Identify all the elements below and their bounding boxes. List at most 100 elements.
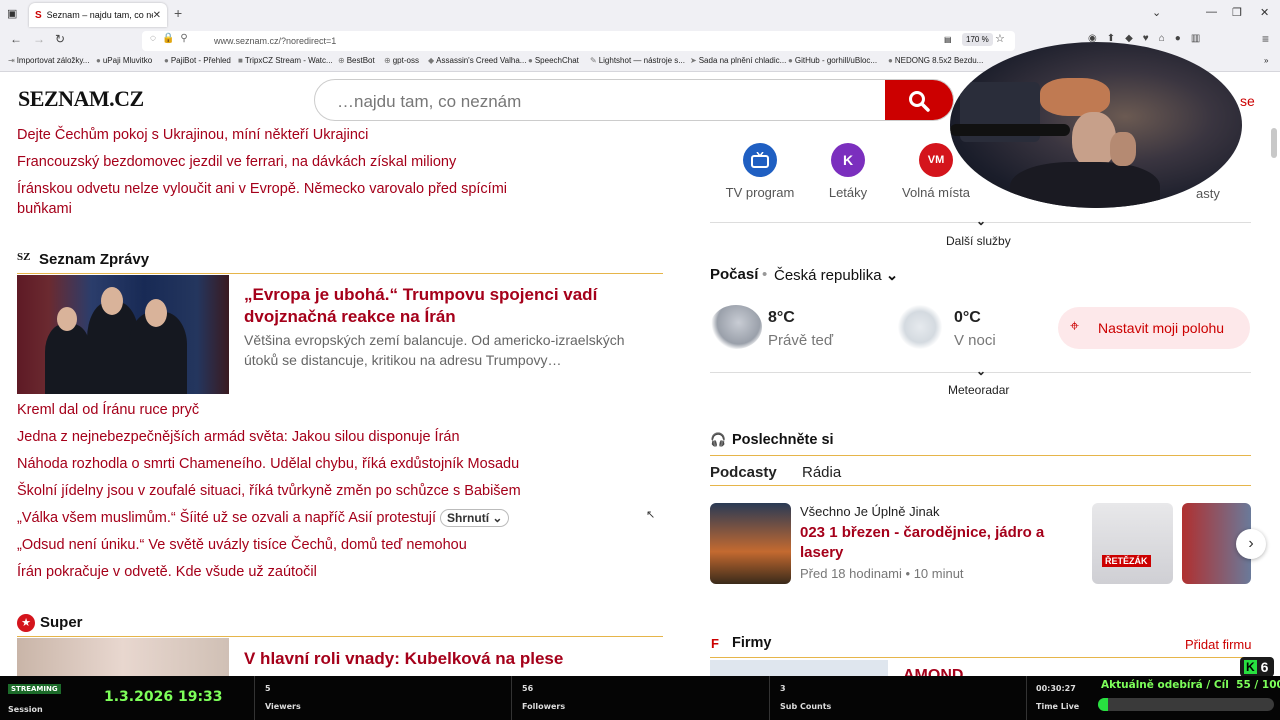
logo-text: SEZNAM.CZ bbox=[18, 86, 144, 111]
night-label: V noci bbox=[954, 332, 996, 349]
next-arrow-button[interactable]: › bbox=[1236, 529, 1266, 559]
bookmark-item[interactable]: ■ TripxCZ Stream - Watc... bbox=[238, 56, 333, 65]
time-box: 00:30:27 Time Live bbox=[1027, 676, 1097, 720]
bookmark-item[interactable]: ◆ Assassin's Creed Valha... bbox=[428, 56, 526, 65]
chevron-down-icon[interactable]: ⌄ bbox=[1152, 6, 1161, 19]
reload-icon[interactable]: ↻ bbox=[55, 32, 65, 46]
news-link[interactable]: Školní jídelny jsou v zoufalé situaci, ř… bbox=[17, 481, 521, 501]
set-location-button[interactable]: ⌖ Nastavit moji polohu bbox=[1058, 307, 1250, 349]
url-text: www.seznam.cz/?noredirect=1 bbox=[214, 36, 337, 46]
back-icon[interactable]: ← bbox=[10, 32, 22, 46]
kick-badge: K6 bbox=[1240, 657, 1274, 677]
add-firm-link[interactable]: Přidat firmu bbox=[1185, 637, 1251, 652]
meteoradar-link[interactable]: Meteoradar bbox=[948, 383, 1009, 397]
photo-face bbox=[57, 307, 77, 331]
minimize-icon[interactable]: — bbox=[1206, 6, 1217, 18]
chevron-down-icon[interactable]: ⌄ bbox=[976, 364, 986, 378]
current-temp: 8°C bbox=[768, 309, 795, 326]
news-link[interactable]: „Odsud není úniku.“ Ve světě uvázly tisí… bbox=[17, 535, 467, 555]
goal-progress-bar bbox=[1098, 698, 1274, 711]
close-window-icon[interactable]: ✕ bbox=[1260, 6, 1269, 19]
close-tab-icon[interactable]: ✕ bbox=[153, 10, 161, 21]
article-headline[interactable]: „Evropa je ubohá.“ Trumpovu spojenci vad… bbox=[244, 284, 654, 328]
bookmarks-overflow-icon[interactable]: » bbox=[1264, 56, 1268, 65]
kick-logo-icon: K bbox=[1244, 660, 1257, 674]
session-box: STREAMING Session 1.3.2026 19:33 bbox=[0, 676, 255, 720]
bookmark-item[interactable]: ⊕ gpt-oss bbox=[384, 56, 419, 65]
bookmark-item[interactable]: ● PajiBot - Přehled bbox=[164, 56, 231, 65]
bookmark-item[interactable]: ● SpeechChat bbox=[528, 56, 579, 65]
search-box[interactable]: …najdu tam, co neznám bbox=[314, 79, 954, 121]
news-link[interactable]: Jedna z nejnebezpečnějších armád světa: … bbox=[17, 427, 460, 447]
tab-podcasty[interactable]: Podcasty bbox=[710, 464, 777, 481]
tab-bar: ▣ S Seznam – najdu tam, co neznám ✕ + ⌄ … bbox=[0, 0, 1280, 28]
webcam-chair bbox=[1040, 78, 1110, 116]
new-tab-icon[interactable]: + bbox=[174, 5, 182, 21]
section-title[interactable]: Seznam Zprávy bbox=[39, 251, 149, 268]
fog-icon bbox=[898, 305, 942, 349]
service-tv-program[interactable]: TV program bbox=[715, 143, 805, 200]
firm-name-partial[interactable]: AMOND bbox=[903, 667, 963, 676]
bookmark-item[interactable]: ✎ Lightshot — nástroje s... bbox=[590, 56, 685, 65]
search-input[interactable]: …najdu tam, co neznám bbox=[337, 92, 521, 112]
firm-image[interactable] bbox=[710, 660, 888, 676]
service-letaky[interactable]: K Letáky bbox=[803, 143, 893, 200]
article-headline[interactable]: V hlavní roli vnady: Kubelková na plese bbox=[244, 648, 654, 676]
article-photo[interactable] bbox=[17, 275, 229, 394]
time-label: Time Live bbox=[1036, 702, 1080, 711]
header-partial-link[interactable]: se bbox=[1240, 93, 1255, 109]
bookmark-item[interactable]: ● GitHub - gorhill/uBloc... bbox=[788, 56, 877, 65]
news-link[interactable]: Kreml dal od Íránu ruce pryč bbox=[17, 400, 199, 420]
scrollbar-thumb[interactable] bbox=[1271, 128, 1277, 158]
card-label: ŘETĚZÁK bbox=[1102, 555, 1151, 567]
url-bar[interactable]: www.seznam.cz/?noredirect=1 bbox=[142, 31, 1015, 51]
weather-region-select[interactable]: Česká republika ⌄ bbox=[774, 266, 898, 284]
bookmark-item[interactable]: ⇥ Importovat záložky... bbox=[8, 56, 89, 65]
maximize-icon[interactable]: ❐ bbox=[1232, 6, 1242, 19]
podcast-show[interactable]: Všechno Je Úplně Jinak bbox=[800, 504, 939, 519]
bookmark-item[interactable]: ● NEDONG 8.5x2 Bezdu... bbox=[888, 56, 983, 65]
menu-icon[interactable]: ≡ bbox=[1262, 32, 1269, 46]
followers-box: 56 Followers bbox=[512, 676, 770, 720]
section-title: Poslechněte si bbox=[732, 432, 834, 448]
news-link[interactable]: Íránskou odvetu nelze vyloučit ani v Evr… bbox=[17, 179, 557, 219]
news-link[interactable]: Náhoda rozhodla o smrti Chameneího. Uděl… bbox=[17, 454, 519, 474]
reader-icon[interactable]: ▤ bbox=[940, 33, 956, 46]
search-button[interactable] bbox=[885, 80, 953, 120]
podcast-card[interactable]: ŘETĚZÁK bbox=[1092, 503, 1173, 584]
bookmark-star-icon[interactable]: ☆ bbox=[995, 32, 1005, 45]
bookmark-item[interactable]: ⊕ BestBot bbox=[338, 56, 375, 65]
tab-list-icon[interactable]: ▣ bbox=[7, 7, 17, 20]
podcast-title[interactable]: 023 1 březen - čarodějnice, jádro a lase… bbox=[800, 523, 1070, 563]
news-link[interactable]: „Válka všem muslimům.“ Šíité už se ozval… bbox=[17, 510, 436, 526]
summary-button[interactable]: Shrnutí ⌄ bbox=[440, 509, 510, 527]
more-services-link[interactable]: Další služby bbox=[946, 234, 1011, 248]
webcam-hand bbox=[1110, 132, 1136, 166]
section-title[interactable]: Super bbox=[40, 614, 83, 631]
site-info-icons[interactable]: ◌🔒⚲ bbox=[150, 33, 194, 44]
news-link[interactable]: Dejte Čechům pokoj s Ukrajinou, míní něk… bbox=[17, 125, 368, 145]
chevron-down-icon[interactable]: ⌄ bbox=[976, 214, 986, 228]
chevron-down-icon: ⌄ bbox=[885, 267, 899, 284]
news-link[interactable]: Francouzský bezdomovec jezdil ve ferrari… bbox=[17, 152, 456, 172]
time-value: 00:30:27 bbox=[1036, 684, 1076, 693]
current-label: Právě teď bbox=[768, 332, 834, 349]
forward-icon[interactable]: → bbox=[33, 32, 45, 46]
podcast-cover[interactable] bbox=[710, 503, 791, 584]
service-label-partial[interactable]: asty bbox=[1196, 186, 1220, 201]
headphones-icon: 🎧 bbox=[710, 432, 727, 447]
news-link[interactable]: Írán pokračuje v odvetě. Kde všude už za… bbox=[17, 562, 317, 582]
seznam-logo[interactable]: SEZNAM.CZ bbox=[18, 86, 144, 112]
tab-radia[interactable]: Rádia bbox=[802, 464, 841, 481]
zoom-level[interactable]: 170 % bbox=[962, 33, 993, 46]
super-star-icon: ★ bbox=[17, 614, 35, 632]
subs-value: 3 bbox=[780, 684, 786, 693]
photo-face bbox=[145, 299, 167, 327]
viewers-box: 5 Viewers bbox=[255, 676, 512, 720]
browser-tab[interactable]: S Seznam – najdu tam, co neznám ✕ bbox=[29, 3, 167, 27]
bookmark-item[interactable]: ➤ Sada na plnění chladic... bbox=[690, 56, 786, 65]
bookmark-item[interactable]: ● uPaji Mluvitko bbox=[96, 56, 152, 65]
section-divider bbox=[17, 636, 663, 637]
article-photo[interactable] bbox=[17, 638, 229, 678]
section-title[interactable]: Firmy bbox=[732, 635, 772, 651]
